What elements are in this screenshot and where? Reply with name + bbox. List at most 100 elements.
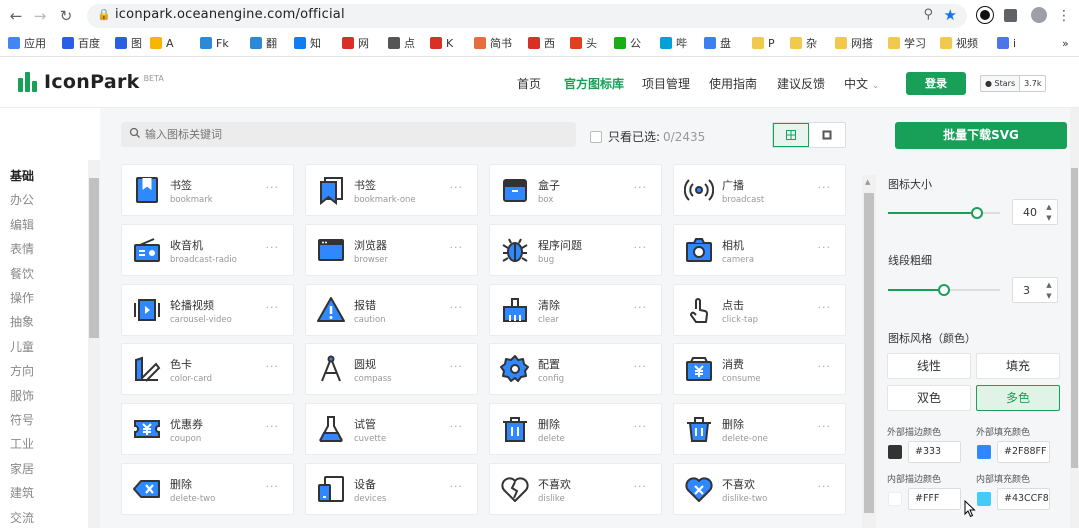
- increment-icon[interactable]: ▲: [1044, 281, 1054, 289]
- category-item[interactable]: 儿童: [10, 338, 34, 355]
- stroke-slider[interactable]: [888, 284, 1000, 296]
- github-stars[interactable]: ● Stars 3.7k: [980, 75, 1047, 92]
- nav-projects[interactable]: 项目管理: [642, 75, 690, 92]
- bookmark-item[interactable]: P: [752, 35, 775, 53]
- icon-card[interactable]: 轮播视频 carousel-video ···: [121, 283, 294, 336]
- inner-stroke-input[interactable]: #FFF: [908, 488, 961, 510]
- more-options-icon[interactable]: ···: [266, 241, 280, 254]
- size-value[interactable]: 40: [1023, 206, 1037, 219]
- category-item[interactable]: 方向: [10, 362, 34, 379]
- more-options-icon[interactable]: ···: [266, 181, 280, 194]
- bookmark-item[interactable]: 杂: [790, 35, 817, 53]
- outer-stroke-input[interactable]: #333: [908, 441, 961, 463]
- grid-scrollbar[interactable]: ▲: [862, 175, 876, 528]
- category-item[interactable]: 建筑: [10, 484, 34, 501]
- bookmark-item[interactable]: Fk: [200, 35, 229, 53]
- icon-card[interactable]: 收音机 broadcast-radio ···: [121, 223, 294, 276]
- bookmark-star-icon[interactable]: ★: [944, 6, 957, 24]
- category-item[interactable]: 家居: [10, 460, 34, 477]
- forward-icon[interactable]: →: [30, 6, 50, 26]
- style-multi-color-button[interactable]: 多色: [976, 385, 1060, 411]
- bookmark-item[interactable]: 公: [614, 35, 641, 53]
- category-item[interactable]: 符号: [10, 411, 34, 428]
- more-options-icon[interactable]: ···: [266, 360, 280, 373]
- decrement-icon[interactable]: ▼: [1044, 214, 1054, 222]
- bookmark-item[interactable]: 网: [342, 35, 369, 53]
- bookmark-item[interactable]: 哔: [660, 35, 687, 53]
- bookmark-item[interactable]: A: [150, 35, 174, 53]
- icon-card[interactable]: 设备 devices ···: [305, 463, 478, 515]
- more-options-icon[interactable]: ···: [634, 420, 648, 433]
- more-options-icon[interactable]: ···: [266, 420, 280, 433]
- bookmark-item[interactable]: 百度: [62, 35, 100, 53]
- reload-icon[interactable]: ↻: [56, 6, 76, 26]
- style-outline-button[interactable]: 线性: [887, 353, 971, 379]
- zoom-icon[interactable]: ⚲: [923, 7, 933, 22]
- bookmark-item[interactable]: 知: [294, 35, 321, 53]
- more-options-icon[interactable]: ···: [634, 480, 648, 493]
- language-select[interactable]: 中文 ⌄: [844, 75, 879, 92]
- inner-stroke-swatch[interactable]: [888, 492, 902, 506]
- category-item[interactable]: 办公: [10, 191, 34, 208]
- style-filled-button[interactable]: 填充: [976, 353, 1060, 379]
- more-options-icon[interactable]: ···: [634, 360, 648, 373]
- category-item[interactable]: 抽象: [10, 313, 34, 330]
- icon-card[interactable]: 配置 config ···: [489, 343, 662, 396]
- url-text[interactable]: iconpark.oceanengine.com/official: [115, 7, 345, 22]
- extension-circle-icon[interactable]: [977, 7, 993, 23]
- stroke-slider-handle[interactable]: [938, 284, 950, 296]
- nav-guide[interactable]: 使用指南: [709, 75, 757, 92]
- search-box[interactable]: [121, 122, 576, 147]
- bookmark-item[interactable]: 点: [388, 35, 415, 53]
- icon-card[interactable]: 书签 bookmark-one ···: [305, 164, 478, 216]
- view-toggle[interactable]: [772, 122, 846, 148]
- bookmark-item[interactable]: 视频: [940, 35, 978, 53]
- more-options-icon[interactable]: ···: [818, 420, 832, 433]
- bookmark-item[interactable]: 网搭: [835, 35, 873, 53]
- icon-card[interactable]: 消费 consume ···: [673, 343, 846, 396]
- more-options-icon[interactable]: ···: [818, 360, 832, 373]
- decrement-icon[interactable]: ▼: [1044, 292, 1054, 300]
- category-item[interactable]: 基础: [10, 167, 34, 184]
- logo[interactable]: IconPark BETA: [18, 71, 164, 93]
- icon-card[interactable]: 清除 clear ···: [489, 283, 662, 336]
- only-selected-toggle[interactable]: 只看已选: 0/2435: [590, 128, 705, 145]
- menu-dots-icon[interactable]: ⋮: [1054, 6, 1074, 26]
- nav-feedback[interactable]: 建议反馈: [777, 75, 825, 92]
- bookmark-item[interactable]: 头: [570, 35, 597, 53]
- more-options-icon[interactable]: ···: [450, 241, 464, 254]
- size-stepper[interactable]: 40 ▲ ▼: [1012, 199, 1058, 225]
- nav-home[interactable]: 首页: [517, 75, 541, 92]
- icon-card[interactable]: 试管 cuvette ···: [305, 403, 478, 456]
- sidebar-scrollbar[interactable]: [88, 160, 100, 528]
- outer-stroke-swatch[interactable]: [888, 445, 902, 459]
- only-selected-checkbox[interactable]: [590, 130, 602, 143]
- more-options-icon[interactable]: ···: [634, 241, 648, 254]
- more-options-icon[interactable]: ···: [634, 301, 648, 314]
- batch-download-button[interactable]: 批量下载SVG: [895, 122, 1067, 149]
- back-icon[interactable]: ←: [6, 6, 26, 26]
- grid-view-button[interactable]: [773, 123, 810, 147]
- style-two-tone-button[interactable]: 双色: [887, 385, 971, 411]
- icon-card[interactable]: 广播 broadcast ···: [673, 164, 846, 216]
- more-options-icon[interactable]: ···: [450, 360, 464, 373]
- increment-icon[interactable]: ▲: [1044, 203, 1054, 211]
- icon-card[interactable]: 色卡 color-card ···: [121, 343, 294, 396]
- category-item[interactable]: 操作: [10, 289, 34, 306]
- icon-card[interactable]: 浏览器 browser ···: [305, 223, 478, 276]
- more-options-icon[interactable]: ···: [818, 181, 832, 194]
- stroke-stepper[interactable]: 3 ▲ ▼: [1012, 277, 1058, 303]
- outer-fill-input[interactable]: #2F88FF: [997, 441, 1050, 463]
- icon-card[interactable]: 不喜欢 dislike ···: [489, 463, 662, 515]
- category-item[interactable]: 交流: [10, 509, 34, 526]
- nav-official-library[interactable]: 官方图标库: [564, 75, 624, 92]
- icon-card[interactable]: 相机 camera ···: [673, 223, 846, 276]
- icon-card[interactable]: 盒子 box ···: [489, 164, 662, 216]
- bookmark-item[interactable]: K: [430, 35, 453, 53]
- inner-fill-swatch[interactable]: [977, 492, 991, 506]
- panel-scrollbar[interactable]: [1070, 108, 1079, 528]
- bookmark-item[interactable]: 翻: [250, 35, 277, 53]
- bookmark-item[interactable]: 盘: [704, 35, 731, 53]
- icon-card[interactable]: 程序问题 bug ···: [489, 223, 662, 276]
- extensions-puzzle-icon[interactable]: [1004, 9, 1017, 22]
